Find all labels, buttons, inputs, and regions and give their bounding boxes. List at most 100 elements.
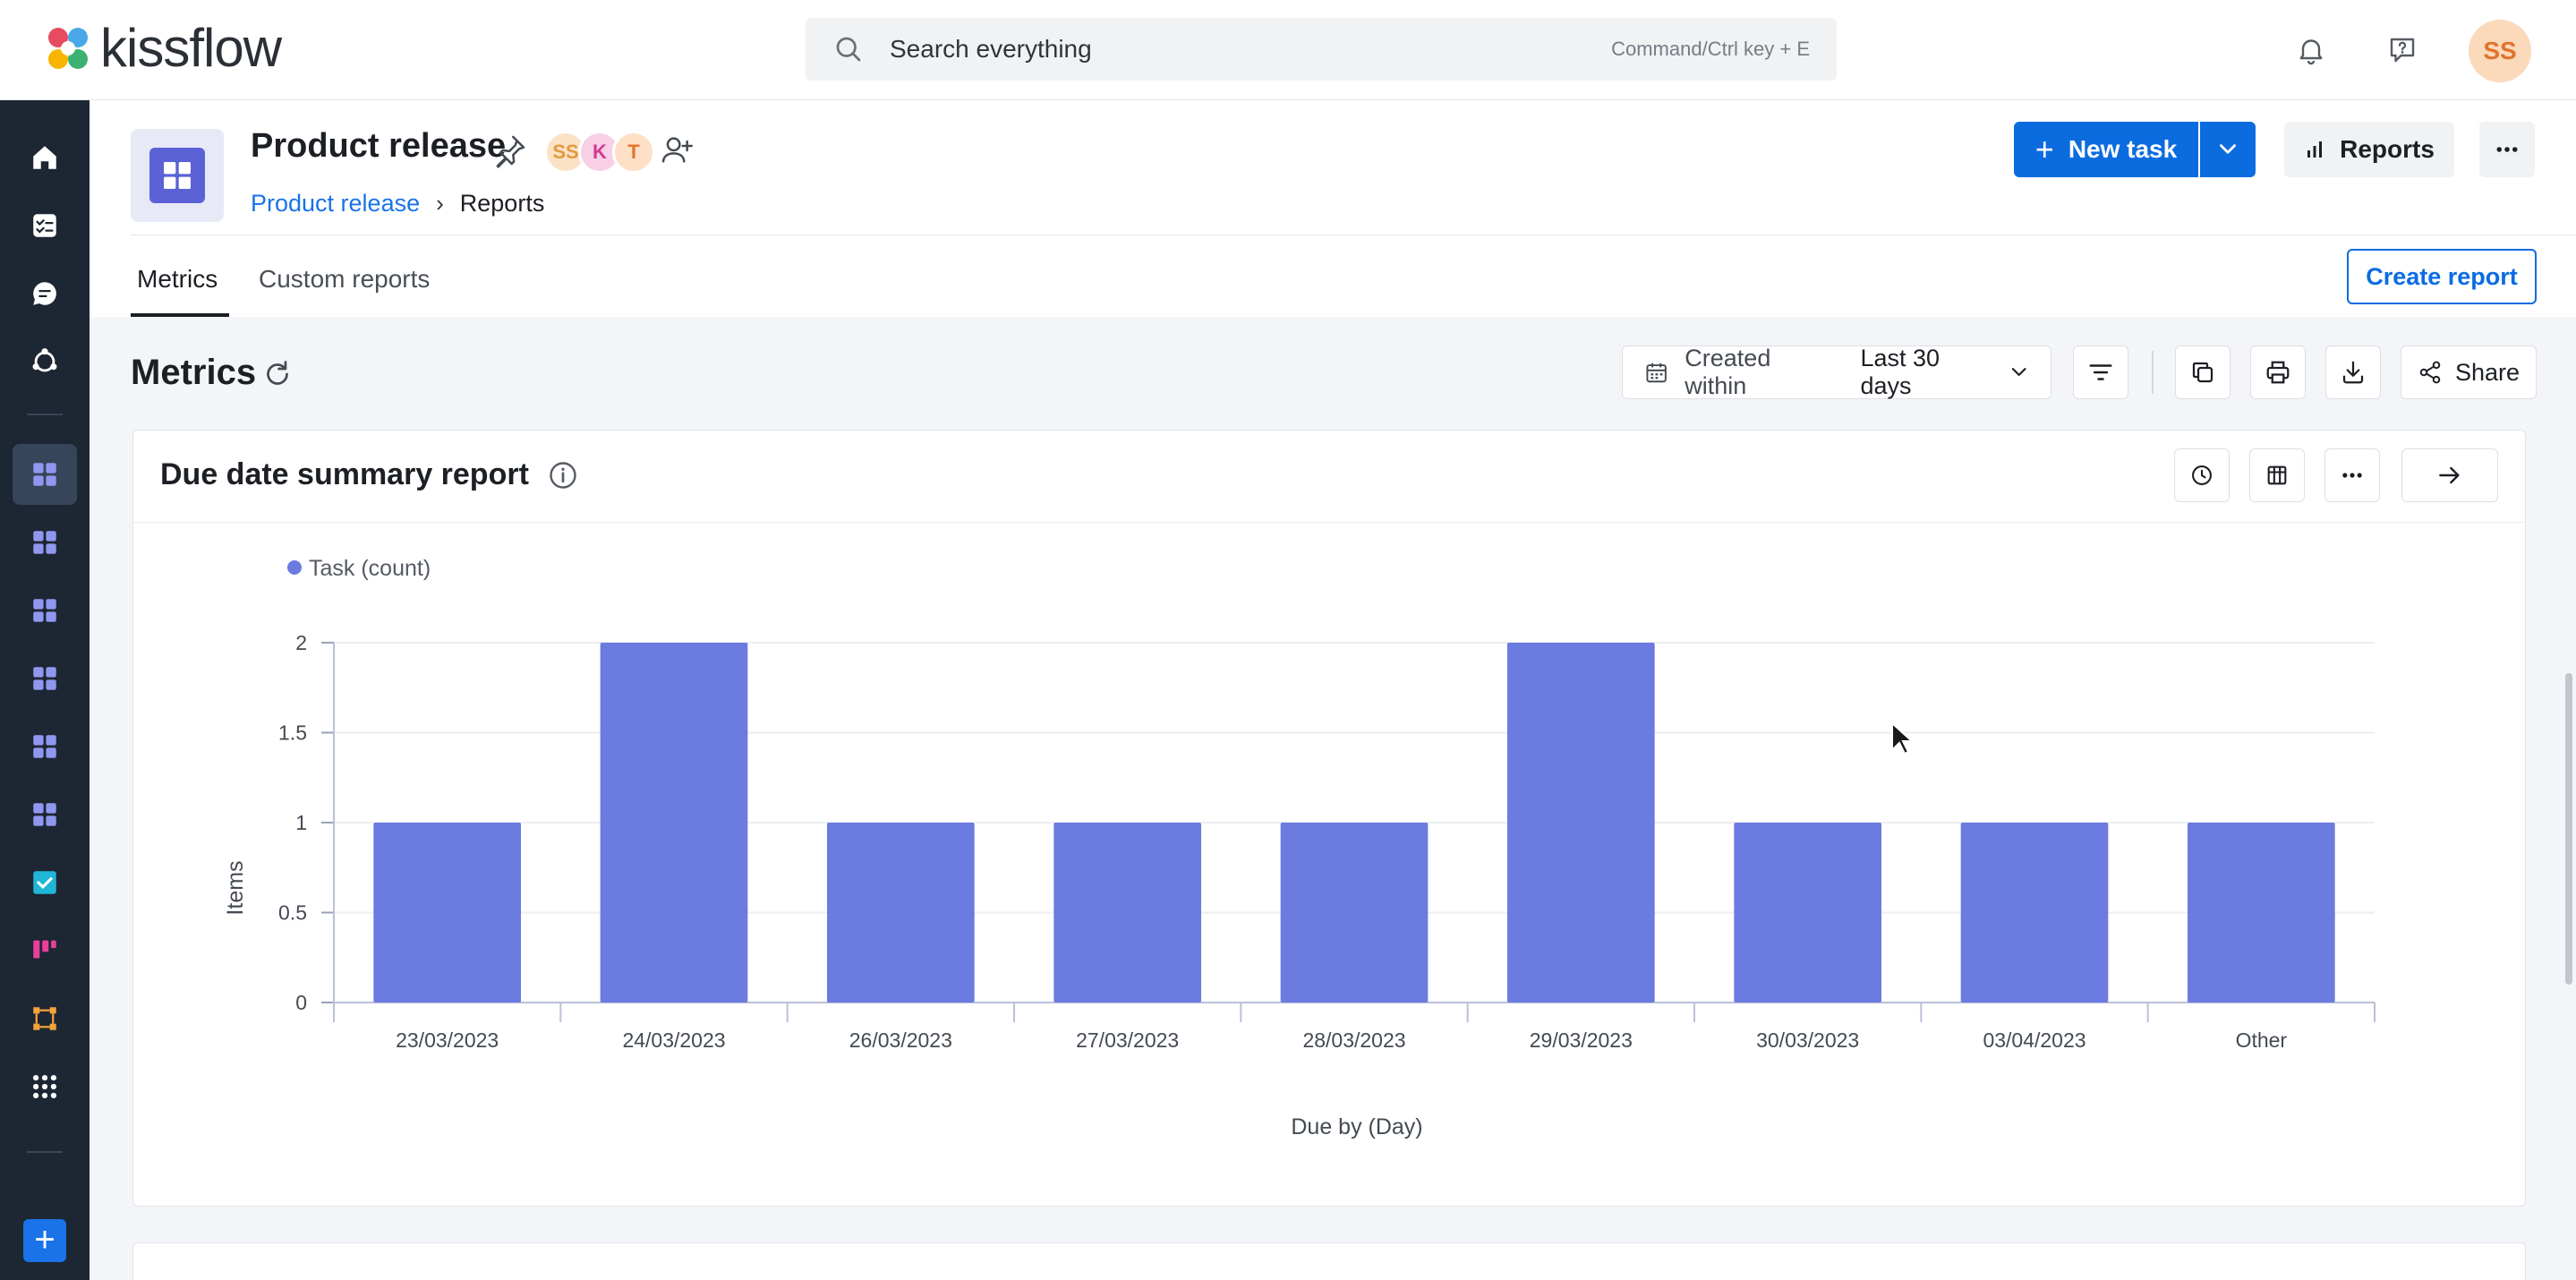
rail-home[interactable]	[13, 127, 77, 188]
task-list-icon	[33, 214, 56, 237]
create-new-button[interactable]: +	[23, 1219, 66, 1262]
download-icon	[2342, 361, 2364, 384]
info-icon	[550, 462, 576, 489]
community-icon	[32, 348, 57, 372]
add-member-button[interactable]	[659, 132, 695, 173]
report-open-button[interactable]	[2401, 448, 2498, 502]
bar[interactable]	[1960, 823, 2109, 1003]
active-tab-indicator	[131, 313, 229, 317]
chart-container: 0 0.5 1 1.5 2 23/03/2023 24/03/2023 26/03/2023 2…	[133, 523, 2525, 1207]
global-search[interactable]: Search everything Command/Ctrl key + E	[806, 18, 1837, 81]
bar[interactable]	[1507, 643, 1655, 1003]
cursor-arrow-icon	[1891, 721, 1915, 755]
page-title: Product release	[251, 127, 507, 165]
report-info-button[interactable]	[547, 459, 579, 496]
x-tick-label: 27/03/2023	[1076, 1028, 1179, 1052]
y-axis-label: Items	[223, 860, 248, 915]
integration-icon	[33, 1007, 56, 1030]
x-tick-label: Other	[2236, 1028, 2288, 1052]
avatar[interactable]: T	[612, 131, 655, 174]
x-tick-label: 24/03/2023	[622, 1028, 725, 1052]
bar[interactable]	[1280, 823, 1429, 1003]
app-icon	[131, 129, 224, 222]
tab-custom-reports[interactable]: Custom reports	[259, 265, 430, 294]
new-task-label: New task	[2068, 135, 2178, 163]
app-grid-icon	[33, 531, 56, 554]
clock-icon	[2192, 465, 2212, 485]
filter-button[interactable]	[2073, 346, 2128, 399]
help-button[interactable]	[2377, 25, 2427, 75]
bar-chart: 0 0.5 1 1.5 2 23/03/2023 24/03/2023 26/03/2023 2…	[223, 556, 2376, 1139]
rail-app-board[interactable]	[13, 920, 77, 981]
chevron-right-icon: ›	[436, 190, 444, 217]
app-grid-icon	[164, 162, 191, 189]
calendar-icon	[1646, 363, 1667, 383]
legend-label[interactable]: Task (count)	[309, 556, 431, 581]
logo-text: kissflow	[100, 18, 282, 78]
rail-app-2[interactable]	[13, 512, 77, 573]
rail-app-checklist[interactable]	[13, 852, 77, 913]
share-icon	[2419, 361, 2441, 384]
bar[interactable]	[1734, 823, 1881, 1003]
create-report-button[interactable]: Create report	[2347, 249, 2537, 304]
member-avatars[interactable]: SS K T	[544, 131, 655, 174]
refresh-button[interactable]	[261, 358, 294, 395]
more-horizontal-icon	[2342, 473, 2362, 478]
bar[interactable]	[827, 823, 975, 1003]
bar[interactable]	[2188, 823, 2335, 1003]
rail-tasks[interactable]	[13, 195, 77, 256]
home-icon	[33, 146, 56, 169]
report-history-button[interactable]	[2174, 448, 2230, 502]
rail-chat[interactable]	[13, 263, 77, 324]
x-tick-label: 29/03/2023	[1530, 1028, 1633, 1052]
chart-legend: Task (count)	[287, 556, 431, 581]
rail-app-4[interactable]	[13, 648, 77, 709]
pin-icon	[496, 135, 525, 168]
x-tick-label: 26/03/2023	[849, 1028, 952, 1052]
more-options-button[interactable]	[2479, 122, 2535, 177]
x-tick-label: 03/04/2023	[1983, 1028, 2086, 1052]
download-button[interactable]	[2325, 346, 2381, 399]
app-grid-icon	[33, 735, 56, 758]
notifications-button[interactable]	[2286, 25, 2336, 75]
rail-app-5[interactable]	[13, 716, 77, 777]
rail-app-product-release[interactable]	[13, 444, 77, 505]
print-button[interactable]	[2250, 346, 2306, 399]
search-input[interactable]: Search everything	[890, 35, 1611, 64]
arrow-right-icon	[2439, 466, 2460, 484]
rail-app-integration[interactable]	[13, 988, 77, 1049]
scrollbar-thumb[interactable]	[2565, 673, 2572, 985]
breadcrumb-link-product-release[interactable]: Product release	[251, 190, 420, 218]
bar[interactable]	[373, 823, 521, 1003]
duplicate-button[interactable]	[2175, 346, 2231, 399]
checkbox-icon	[33, 871, 56, 894]
share-button[interactable]: Share	[2401, 346, 2537, 399]
user-avatar[interactable]: SS	[2469, 20, 2531, 82]
tab-metrics[interactable]: Metrics	[137, 265, 218, 294]
app-grid-icon	[33, 667, 56, 690]
bar[interactable]	[1053, 823, 1201, 1003]
bar[interactable]	[600, 643, 748, 1003]
rail-all-apps[interactable]	[13, 1056, 77, 1117]
kissflow-logo[interactable]: kissflow	[43, 18, 282, 78]
plus-icon: +	[34, 1220, 55, 1259]
date-range-filter[interactable]: Created within Last 30 days	[1622, 345, 2051, 399]
report-more-button[interactable]	[2324, 448, 2380, 502]
legend-swatch	[287, 560, 302, 575]
left-navigation-rail	[0, 100, 90, 1280]
new-task-button[interactable]: + New task	[2014, 122, 2198, 177]
new-task-dropdown-button[interactable]	[2200, 122, 2256, 177]
y-tick-label: 1	[295, 811, 307, 834]
page-header: Product release SS K T Product release ›…	[90, 100, 2576, 317]
chart-bars	[373, 643, 2335, 1003]
filter-icon	[2089, 364, 2112, 380]
rail-community[interactable]	[13, 331, 77, 392]
columns-icon	[2267, 465, 2287, 485]
report-columns-button[interactable]	[2249, 448, 2305, 502]
rail-app-6[interactable]	[13, 784, 77, 845]
pin-button[interactable]	[492, 132, 528, 173]
app-grid-icon	[33, 599, 56, 622]
rail-app-3[interactable]	[13, 580, 77, 641]
top-header: kissflow Search everything Command/Ctrl …	[0, 0, 2576, 100]
reports-button[interactable]: Reports	[2284, 122, 2454, 177]
